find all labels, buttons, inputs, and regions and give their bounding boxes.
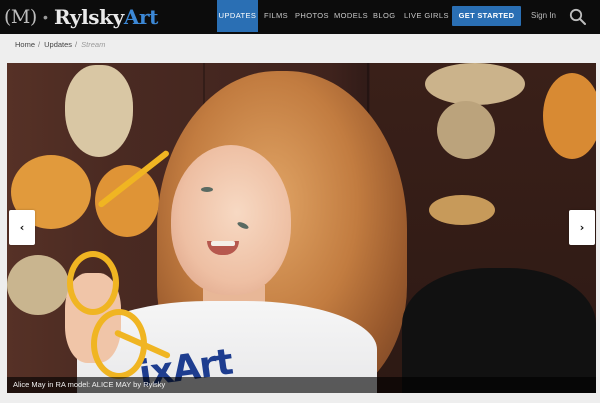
breadcrumb-separator: / (75, 40, 78, 49)
breadcrumb: Home / Updates / Stream (15, 39, 105, 51)
logo-dot: • (43, 9, 48, 25)
nav-live-girls[interactable]: LIVE GIRLS▼ (404, 0, 458, 32)
search-icon[interactable] (569, 8, 586, 25)
get-started-button[interactable]: GET STARTED (452, 6, 521, 26)
model-face (171, 145, 291, 295)
breadcrumb-home[interactable]: Home (15, 40, 35, 49)
nav-films[interactable]: FILMS (264, 0, 288, 32)
painted-flower (429, 195, 495, 225)
prev-image-button[interactable]: ‹ (9, 210, 35, 245)
painted-flower (543, 73, 596, 159)
nav-models[interactable]: MODELS (334, 0, 368, 32)
model-teeth (211, 241, 235, 246)
painted-flower (7, 255, 69, 315)
model-eye (201, 187, 213, 192)
breadcrumb-current: Stream (81, 40, 106, 49)
painted-flower (65, 65, 133, 157)
breadcrumb-updates[interactable]: Updates (44, 40, 72, 49)
nav-blog[interactable]: BLOG (373, 0, 395, 32)
nav-photos[interactable]: PHOTOS (295, 0, 329, 32)
breadcrumb-separator: / (38, 40, 41, 49)
top-navbar: (M) • RylskyArt UPDATES FILMS PHOTOS MOD… (0, 0, 600, 34)
image-caption: Alice May in RA model: ALICE MAY by Ryls… (13, 380, 166, 389)
painted-flower (437, 101, 495, 159)
logo-mark: (M) (4, 6, 37, 28)
gallery-image[interactable]: ixArt (7, 63, 596, 393)
painted-flower (425, 63, 525, 105)
sunglasses (67, 251, 119, 315)
sign-in-link[interactable]: Sign In (531, 0, 556, 32)
image-caption-bar: Alice May in RA model: ALICE MAY by Ryls… (7, 377, 596, 393)
logo-word-accent: Art (123, 5, 158, 29)
nav-live-girls-label: LIVE GIRLS (404, 11, 449, 20)
next-image-button[interactable]: › (569, 210, 595, 245)
logo-wordmark: RylskyArt (54, 3, 158, 31)
logo-word-main: Rylsky (54, 5, 124, 29)
dark-fabric (402, 268, 596, 393)
nav-updates[interactable]: UPDATES (217, 0, 258, 32)
